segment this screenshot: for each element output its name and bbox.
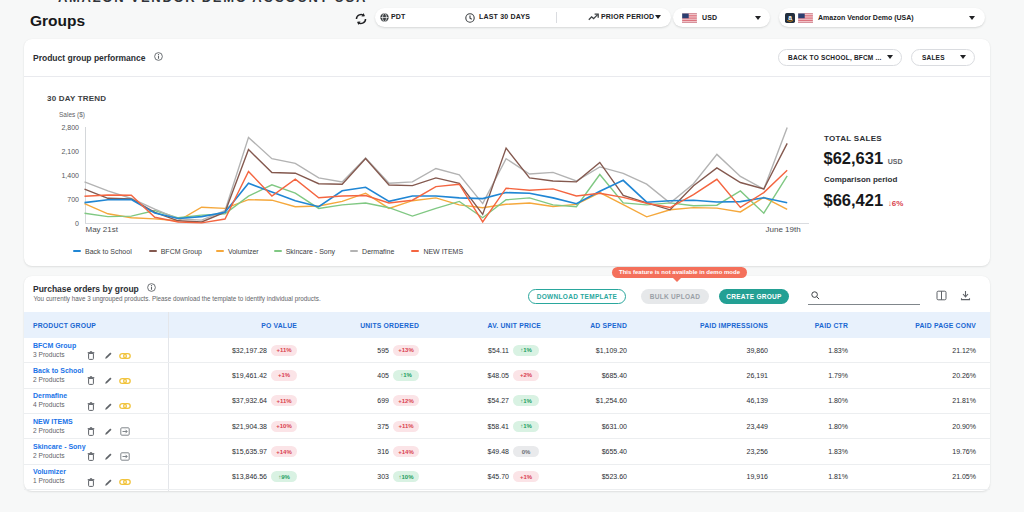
svg-text:a: a xyxy=(788,14,792,21)
